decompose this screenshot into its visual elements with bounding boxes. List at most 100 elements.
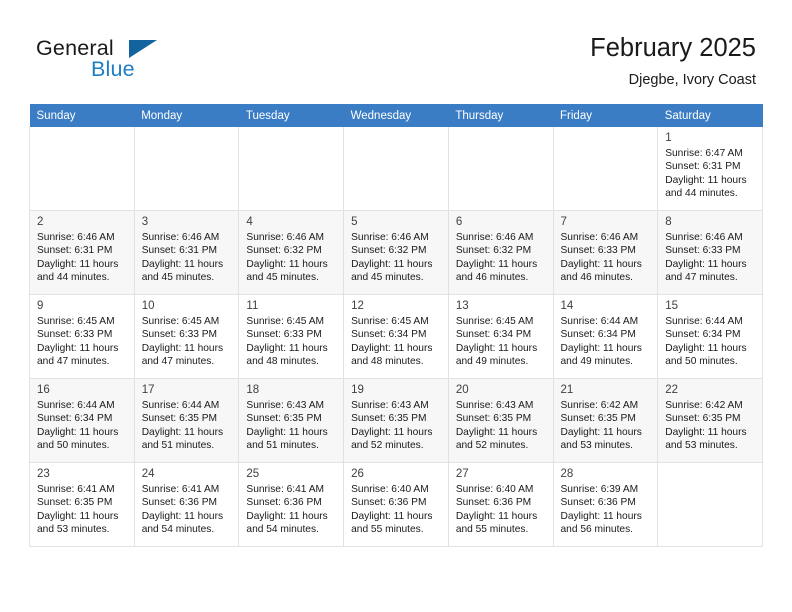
- sunrise-text: Sunrise: 6:43 AM: [455, 400, 534, 411]
- calendar-day-cell[interactable]: 2 Sunrise: 6:46 AM Sunset: 6:31 PM Daylight…: [29, 210, 135, 295]
- sunset-text: Sunset: 6:35 PM: [560, 413, 636, 425]
- calendar-day-cell[interactable]: 11 Sunrise: 6:45 AM Sunset: 6:33 PM Dayligh…: [238, 294, 345, 379]
- daylight-text-line1: Daylight: 11 hours: [560, 510, 642, 522]
- weekday-header-wednesday: Wednesday: [343, 104, 449, 127]
- brand-logo[interactable]: General Blue: [36, 36, 256, 92]
- daylight-text-line2: and 53 minutes.: [37, 524, 110, 536]
- calendar-day-cell[interactable]: 1 Sunrise: 6:47 AM Sunset: 6:31 PM Daylight…: [657, 127, 763, 211]
- sunrise-text: Sunrise: 6:47 AM: [665, 148, 743, 159]
- day-number: 23: [37, 468, 50, 480]
- calendar-day-cell[interactable]: 4 Sunrise: 6:46 AM Sunset: 6:32 PM Daylight…: [238, 210, 345, 295]
- day-cell-inner: 28 Sunrise: 6:39 AM Sunset: 6:36 PM Dayligh…: [554, 463, 658, 542]
- day-number: 14: [560, 300, 574, 312]
- sunset-text: Sunset: 6:36 PM: [141, 497, 218, 509]
- day-cell-inner: [344, 127, 448, 206]
- day-cell-inner: [449, 127, 553, 206]
- sunrise-text: Sunrise: 6:46 AM: [246, 232, 324, 243]
- day-cell-inner: [135, 127, 239, 206]
- day-cell-inner: [658, 463, 762, 542]
- day-number: 7: [560, 216, 567, 228]
- calendar-day-cell[interactable]: 10 Sunrise: 6:45 AM Sunset: 6:33 PM Dayligh…: [133, 294, 240, 379]
- day-cell-inner: 26 Sunrise: 6:40 AM Sunset: 6:36 PM Dayligh…: [344, 463, 448, 542]
- day-cell-inner: 9 Sunrise: 6:45 AM Sunset: 6:33 PM Daylight…: [30, 295, 134, 374]
- calendar-day-cell[interactable]: 8 Sunrise: 6:46 AM Sunset: 6:33 PM Daylight…: [657, 210, 763, 295]
- calendar-day-cell[interactable]: 3 Sunrise: 6:46 AM Sunset: 6:31 PM Daylight…: [133, 210, 240, 295]
- calendar-day-cell[interactable]: 26 Sunrise: 6:40 AM Sunset: 6:36 PM Dayligh…: [343, 462, 449, 547]
- calendar-day-cell[interactable]: 6 Sunrise: 6:46 AM Sunset: 6:32 PM Daylight…: [447, 210, 554, 295]
- calendar-day-cell[interactable]: 21 Sunrise: 6:42 AM Sunset: 6:35 PM Dayligh…: [552, 378, 659, 463]
- calendar-day-cell[interactable]: 9 Sunrise: 6:45 AM Sunset: 6:33 PM Daylight…: [29, 294, 135, 379]
- calendar-day-cell[interactable]: 23 Sunrise: 6:41 AM Sunset: 6:35 PM Dayligh…: [29, 462, 135, 547]
- sunset-text: Sunset: 6:34 PM: [455, 329, 532, 341]
- calendar-day-cell[interactable]: 22 Sunrise: 6:42 AM Sunset: 6:35 PM Dayligh…: [657, 378, 763, 463]
- calendar-day-cell[interactable]: 16 Sunrise: 6:44 AM Sunset: 6:34 PM Dayligh…: [29, 378, 135, 463]
- day-number: 10: [141, 300, 155, 312]
- calendar-day-cell-empty: [238, 127, 345, 211]
- daylight-text-line1: Daylight: 11 hours: [141, 426, 224, 438]
- daylight-text-line2: and 55 minutes.: [351, 524, 424, 536]
- calendar-day-cell[interactable]: 17 Sunrise: 6:44 AM Sunset: 6:35 PM Dayligh…: [133, 378, 240, 463]
- sunset-text: Sunset: 6:36 PM: [351, 497, 427, 509]
- sunset-text: Sunset: 6:34 PM: [37, 413, 113, 425]
- sunrise-text: Sunrise: 6:41 AM: [246, 484, 324, 495]
- daylight-text-line1: Daylight: 11 hours: [246, 510, 328, 522]
- calendar-day-cell[interactable]: 19 Sunrise: 6:43 AM Sunset: 6:35 PM Dayligh…: [343, 378, 449, 463]
- calendar-week-row: 23 Sunrise: 6:41 AM Sunset: 6:35 PM Dayligh…: [29, 462, 763, 547]
- daylight-text-line2: and 44 minutes.: [665, 188, 738, 200]
- sunrise-text: Sunrise: 6:41 AM: [37, 484, 115, 495]
- sunset-text: Sunset: 6:31 PM: [665, 161, 741, 173]
- daylight-text-line1: Daylight: 11 hours: [37, 258, 119, 270]
- calendar-day-cell[interactable]: 25 Sunrise: 6:41 AM Sunset: 6:36 PM Dayligh…: [238, 462, 345, 547]
- daylight-text-line1: Daylight: 11 hours: [141, 342, 224, 354]
- calendar-day-cell[interactable]: 14 Sunrise: 6:44 AM Sunset: 6:34 PM Dayligh…: [552, 294, 659, 379]
- sunset-text: Sunset: 6:34 PM: [351, 329, 427, 341]
- calendar-day-cell[interactable]: 15 Sunrise: 6:44 AM Sunset: 6:34 PM Dayligh…: [657, 294, 763, 379]
- daylight-text-line1: Daylight: 11 hours: [455, 258, 538, 270]
- day-cell-inner: [30, 127, 134, 206]
- sunset-text: Sunset: 6:32 PM: [246, 245, 322, 257]
- sunset-text: Sunset: 6:36 PM: [560, 497, 636, 509]
- weekday-header-row: Sunday Monday Tuesday Wednesday Thursday Frid…: [29, 104, 763, 127]
- calendar-day-cell[interactable]: 12 Sunrise: 6:45 AM Sunset: 6:34 PM Dayligh…: [343, 294, 449, 379]
- daylight-text-line1: Daylight: 11 hours: [246, 342, 328, 354]
- calendar-day-cell[interactable]: 20 Sunrise: 6:43 AM Sunset: 6:35 PM Dayligh…: [447, 378, 554, 463]
- calendar-day-cell[interactable]: 18 Sunrise: 6:43 AM Sunset: 6:35 PM Dayligh…: [238, 378, 345, 463]
- day-cell-inner: 13 Sunrise: 6:45 AM Sunset: 6:34 PM Dayligh…: [449, 295, 553, 374]
- sunrise-text: Sunrise: 6:44 AM: [560, 316, 639, 327]
- calendar-day-cell[interactable]: 24 Sunrise: 6:41 AM Sunset: 6:36 PM Dayligh…: [133, 462, 240, 547]
- day-cell-inner: 5 Sunrise: 6:46 AM Sunset: 6:32 PM Daylight…: [344, 211, 448, 290]
- day-number: 3: [141, 216, 149, 228]
- sunset-text: Sunset: 6:32 PM: [455, 245, 532, 257]
- day-number: 5: [351, 216, 358, 228]
- day-number: 9: [37, 300, 44, 312]
- daylight-text-line1: Daylight: 11 hours: [455, 342, 538, 354]
- calendar-day-cell[interactable]: 7 Sunrise: 6:46 AM Sunset: 6:33 PM Daylight…: [552, 210, 659, 295]
- calendar-week-row: 1 Sunrise: 6:47 AM Sunset: 6:31 PM Daylight…: [29, 127, 763, 211]
- day-cell-inner: 20 Sunrise: 6:43 AM Sunset: 6:35 PM Dayligh…: [449, 379, 553, 458]
- sunrise-text: Sunrise: 6:42 AM: [665, 400, 743, 411]
- calendar-day-cell[interactable]: 5 Sunrise: 6:46 AM Sunset: 6:32 PM Daylight…: [343, 210, 449, 295]
- calendar-week-row: 16 Sunrise: 6:44 AM Sunset: 6:34 PM Dayligh…: [29, 378, 763, 463]
- daylight-text-line1: Daylight: 11 hours: [560, 342, 642, 354]
- daylight-text-line1: Daylight: 11 hours: [455, 510, 538, 522]
- day-cell-inner: 22 Sunrise: 6:42 AM Sunset: 6:35 PM Dayligh…: [658, 379, 762, 458]
- weekday-header-monday: Monday: [134, 104, 239, 127]
- calendar-day-cell-empty: [343, 127, 449, 211]
- day-number: 1: [665, 132, 672, 144]
- calendar-day-cell-empty: [133, 127, 240, 211]
- sunrise-text: Sunrise: 6:43 AM: [246, 400, 324, 411]
- calendar-day-cell[interactable]: 28 Sunrise: 6:39 AM Sunset: 6:36 PM Dayligh…: [552, 462, 659, 547]
- day-cell-inner: 2 Sunrise: 6:46 AM Sunset: 6:31 PM Daylight…: [30, 211, 134, 290]
- day-number: 27: [455, 468, 469, 480]
- sunset-text: Sunset: 6:35 PM: [455, 413, 532, 425]
- calendar-day-cell[interactable]: 13 Sunrise: 6:45 AM Sunset: 6:34 PM Dayligh…: [447, 294, 554, 379]
- calendar-day-cell[interactable]: 27 Sunrise: 6:40 AM Sunset: 6:36 PM Dayligh…: [447, 462, 554, 547]
- day-cell-inner: 21 Sunrise: 6:42 AM Sunset: 6:35 PM Dayligh…: [554, 379, 658, 458]
- daylight-text-line2: and 53 minutes.: [560, 440, 634, 452]
- day-number: 24: [141, 468, 155, 480]
- day-number: 4: [246, 216, 253, 228]
- sunset-text: Sunset: 6:33 PM: [560, 245, 636, 257]
- sunrise-text: Sunrise: 6:42 AM: [560, 400, 639, 411]
- day-number: 6: [455, 216, 463, 228]
- day-cell-inner: 1 Sunrise: 6:47 AM Sunset: 6:31 PM Daylight…: [658, 127, 762, 206]
